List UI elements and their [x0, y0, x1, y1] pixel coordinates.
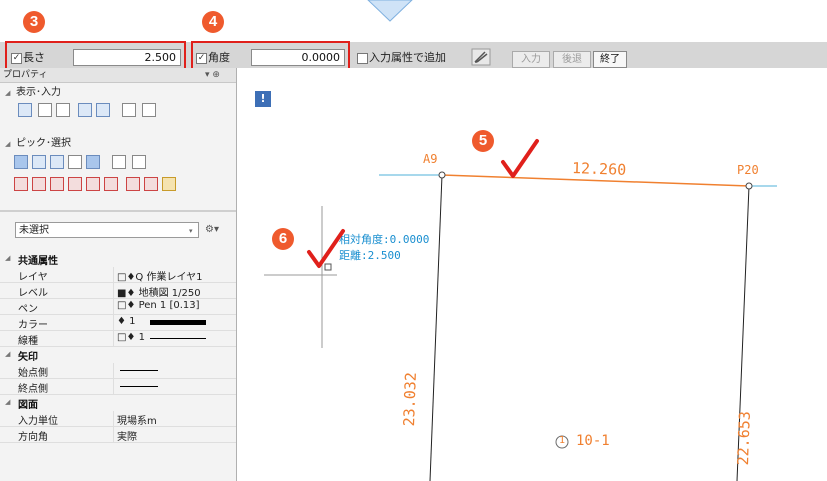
- panel-title: プロパティ: [3, 70, 48, 80]
- ortho-icon[interactable]: [78, 103, 92, 117]
- row-color[interactable]: カラー ♦ 1: [0, 315, 236, 331]
- length-input[interactable]: 2.500: [73, 49, 181, 66]
- step-badge-5: 5: [472, 130, 494, 152]
- pick-area-icon[interactable]: [132, 155, 146, 169]
- chevron-down-icon[interactable]: ▾: [189, 225, 193, 238]
- select-star-icon[interactable]: [86, 177, 100, 191]
- select-text-icon[interactable]: [104, 177, 118, 191]
- length-label: 長さ: [23, 51, 45, 64]
- pick-point-icon[interactable]: [86, 155, 100, 169]
- angle-checkbox[interactable]: ✓: [196, 53, 207, 64]
- layer-toggle-icon[interactable]: [18, 103, 32, 117]
- category-common[interactable]: ◢ 共通属性: [0, 251, 236, 267]
- select-area-icon[interactable]: [50, 177, 64, 191]
- panel-divider: [0, 210, 236, 212]
- panel-pin-icon[interactable]: ▾ ⊕: [205, 69, 220, 82]
- input-button[interactable]: 入力: [512, 51, 550, 68]
- select-line-icon[interactable]: [14, 177, 28, 191]
- magic-wand-icon[interactable]: [122, 103, 136, 117]
- grid-icon[interactable]: [38, 103, 52, 117]
- category-drawing[interactable]: ◢ 図面: [0, 395, 236, 411]
- collapse-icon: ◢: [5, 398, 11, 406]
- select-polyline-icon[interactable]: [32, 177, 46, 191]
- angle-input[interactable]: 0.0000: [251, 49, 345, 66]
- color-swatch: [150, 320, 206, 325]
- pick-perp-icon[interactable]: [112, 155, 126, 169]
- category-arrow[interactable]: ◢ 矢印: [0, 347, 236, 363]
- collapse-icon: ◢: [5, 350, 11, 358]
- row-arrow-end[interactable]: 終点側: [0, 379, 236, 395]
- grid-divider: [113, 411, 114, 442]
- object-select-value: 未選択: [19, 225, 49, 236]
- collapse-view-icon[interactable]: ◢: [5, 89, 10, 97]
- linetype-sample: [150, 338, 206, 339]
- checkmark-icon: [501, 139, 539, 178]
- checkmark-icon: [307, 229, 345, 268]
- length-checkbox[interactable]: ✓: [11, 53, 22, 64]
- end-button[interactable]: 終了: [593, 51, 627, 68]
- parcel-label: 10-1: [576, 433, 610, 449]
- row-pen[interactable]: ペン □♦ Pen 1 [0.13]: [0, 299, 236, 315]
- snap-icon[interactable]: [96, 103, 110, 117]
- attr-label: 入力属性で追加: [369, 51, 446, 64]
- pen-tool-icon[interactable]: [471, 48, 491, 66]
- distance-right-label: 22.653: [734, 410, 754, 466]
- distance-readout: 距離:2.500: [339, 249, 401, 262]
- view-toolbar: [18, 103, 198, 119]
- pick-grid-icon[interactable]: [68, 155, 82, 169]
- step-badge-6: 6: [272, 228, 294, 250]
- collapse-pick-icon[interactable]: ◢: [5, 140, 10, 148]
- select-connect-icon[interactable]: [68, 177, 82, 191]
- distance-top-label: 12.260: [571, 159, 627, 179]
- property-settings-icon[interactable]: ⚙▾: [205, 223, 219, 236]
- pick-endpoint-icon[interactable]: [14, 155, 28, 169]
- pick-toolbar-2: [14, 177, 214, 193]
- step-badge-4: 4: [202, 11, 224, 33]
- point-label-a9: A9: [423, 152, 438, 166]
- step-badge-3: 3: [23, 11, 45, 33]
- distance-left-label: 23.032: [400, 371, 420, 427]
- pick-midpoint-icon[interactable]: [32, 155, 46, 169]
- section-view-input: 表示･入力: [16, 87, 61, 98]
- point-label-p20: P20: [737, 163, 759, 177]
- grid-divider: [113, 267, 114, 347]
- pick-toolbar-1: [14, 155, 214, 171]
- back-button[interactable]: 後退: [553, 51, 591, 68]
- grid-divider: [113, 363, 114, 394]
- row-input-unit[interactable]: 入力単位 現場系m: [0, 411, 236, 427]
- arrow-start-sample: [120, 370, 158, 371]
- collapse-icon: ◢: [5, 254, 11, 262]
- section-pick-select: ピック･選択: [16, 138, 71, 149]
- row-level[interactable]: レベル ■♦ 地積図 1/250: [0, 283, 236, 299]
- parcel-circle-number: 1: [559, 435, 566, 446]
- relative-angle-readout: 相対角度:0.0000: [339, 233, 430, 246]
- select-filter-icon[interactable]: [162, 177, 176, 191]
- row-arrow-start[interactable]: 始点側: [0, 363, 236, 379]
- row-layer[interactable]: レイヤ □♦Q 作業レイヤ1: [0, 267, 236, 283]
- arrow-end-sample: [120, 386, 158, 387]
- pick-intersect-icon[interactable]: [50, 155, 64, 169]
- arrow-down-decoration: [367, 0, 413, 22]
- eyedropper-icon[interactable]: [142, 103, 156, 117]
- attr-checkbox[interactable]: [357, 53, 368, 64]
- row-direction[interactable]: 方向角 実際: [0, 427, 236, 443]
- angle-label: 角度: [208, 51, 230, 64]
- select-window-icon[interactable]: [126, 177, 140, 191]
- row-linetype[interactable]: 線種 □♦ 1: [0, 331, 236, 347]
- raster-icon[interactable]: [56, 103, 70, 117]
- select-cross-icon[interactable]: [144, 177, 158, 191]
